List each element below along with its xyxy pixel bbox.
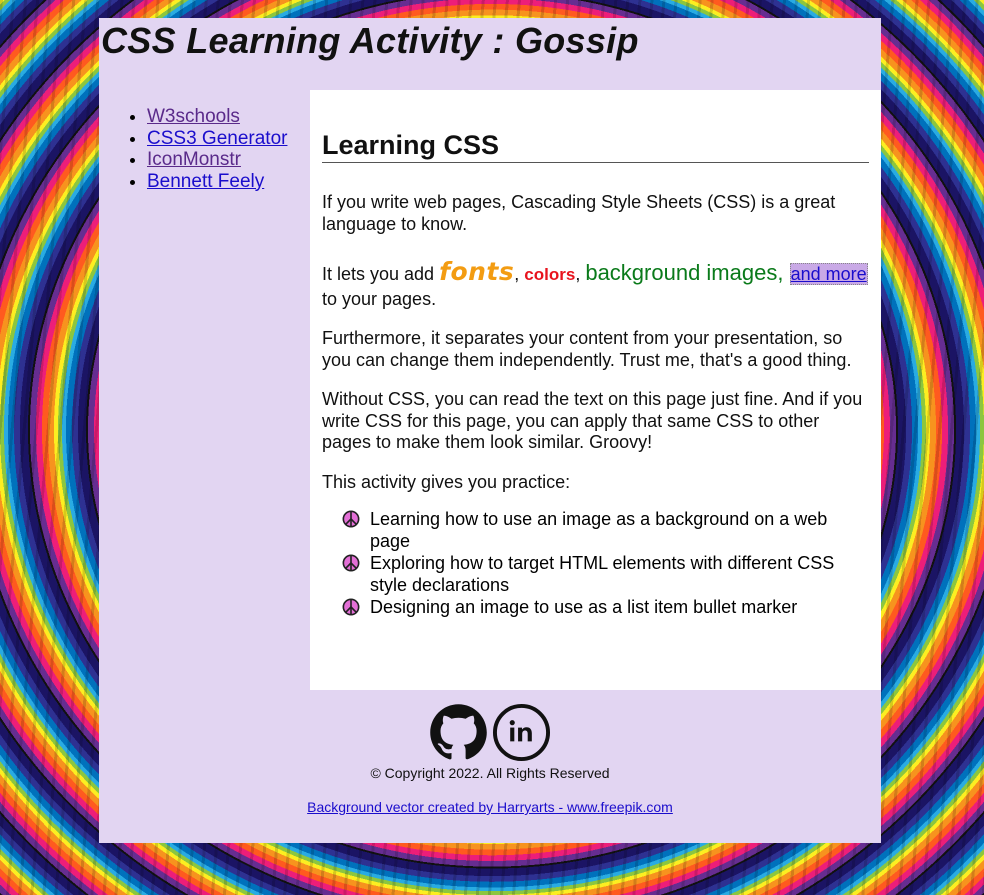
- sidebar-link-list: W3schools CSS3 Generator IconMonstr Benn…: [99, 106, 310, 192]
- linkedin-link[interactable]: [492, 703, 551, 762]
- social-links: [99, 703, 881, 762]
- page-container: CSS Learning Activity : Gossip W3schools…: [99, 18, 881, 843]
- site-title: CSS Learning Activity : Gossip: [101, 20, 639, 61]
- background-images-word: background images: [585, 260, 778, 285]
- features-paragraph: It lets you add fonts, colors, backgroun…: [322, 257, 869, 311]
- copyright-text: © Copyright 2022. All Rights Reserved: [370, 765, 610, 781]
- peace-sign-icon: [342, 510, 360, 528]
- background-credit-link[interactable]: Background vector created by Harryarts -…: [307, 799, 673, 815]
- separator: ,: [514, 264, 525, 284]
- css3-generator-link[interactable]: CSS3 Generator: [147, 128, 287, 149]
- list-item: Learning how to use an image as a backgr…: [342, 509, 869, 552]
- credit: Background vector created by Harryarts -…: [99, 799, 881, 815]
- list-item: Exploring how to target HTML elements wi…: [342, 553, 869, 596]
- list-item-text: Exploring how to target HTML elements wi…: [370, 553, 835, 595]
- and-more-link[interactable]: and more: [789, 263, 868, 285]
- without-css-paragraph: Without CSS, you can read the text on th…: [322, 389, 863, 452]
- list-item: Designing an image to use as a list item…: [342, 597, 869, 619]
- content-heading: Learning CSS: [322, 130, 869, 163]
- features-suffix: to your pages.: [322, 289, 437, 309]
- footer: © Copyright 2022. All Rights Reserved Ba…: [99, 703, 881, 815]
- main-content: Learning CSS If you write web pages, Cas…: [310, 90, 881, 690]
- separator: ,: [575, 264, 586, 284]
- intro-paragraph: If you write web pages, Cascading Style …: [322, 192, 836, 234]
- separation-paragraph: Furthermore, it separates your content f…: [322, 328, 852, 370]
- peace-sign-icon: [342, 598, 360, 616]
- w3schools-link[interactable]: W3schools: [147, 106, 240, 127]
- features-prefix: It lets you add: [322, 264, 440, 284]
- colors-word: colors: [524, 265, 576, 284]
- list-item-text: Learning how to use an image as a backgr…: [370, 509, 828, 551]
- peace-sign-icon: [342, 554, 360, 572]
- practice-intro-paragraph: This activity gives you practice:: [322, 471, 571, 492]
- iconmonstr-link[interactable]: IconMonstr: [147, 149, 241, 170]
- list-item-text: Designing an image to use as a list item…: [370, 597, 798, 617]
- separator: ,: [777, 260, 790, 285]
- sidebar: W3schools CSS3 Generator IconMonstr Benn…: [99, 106, 310, 192]
- sidebar-item-w3schools: W3schools: [147, 106, 310, 128]
- github-icon: [430, 704, 487, 760]
- bennett-feely-link[interactable]: Bennett Feely: [147, 171, 264, 192]
- sidebar-item-bennett-feely: Bennett Feely: [147, 171, 310, 193]
- sidebar-item-css3-generator: CSS3 Generator: [147, 128, 310, 150]
- sidebar-item-iconmonstr: IconMonstr: [147, 149, 310, 171]
- fonts-word: fonts: [439, 257, 515, 286]
- linkedin-icon: [492, 703, 551, 762]
- practice-list: Learning how to use an image as a backgr…: [342, 509, 869, 619]
- github-link[interactable]: [429, 703, 488, 762]
